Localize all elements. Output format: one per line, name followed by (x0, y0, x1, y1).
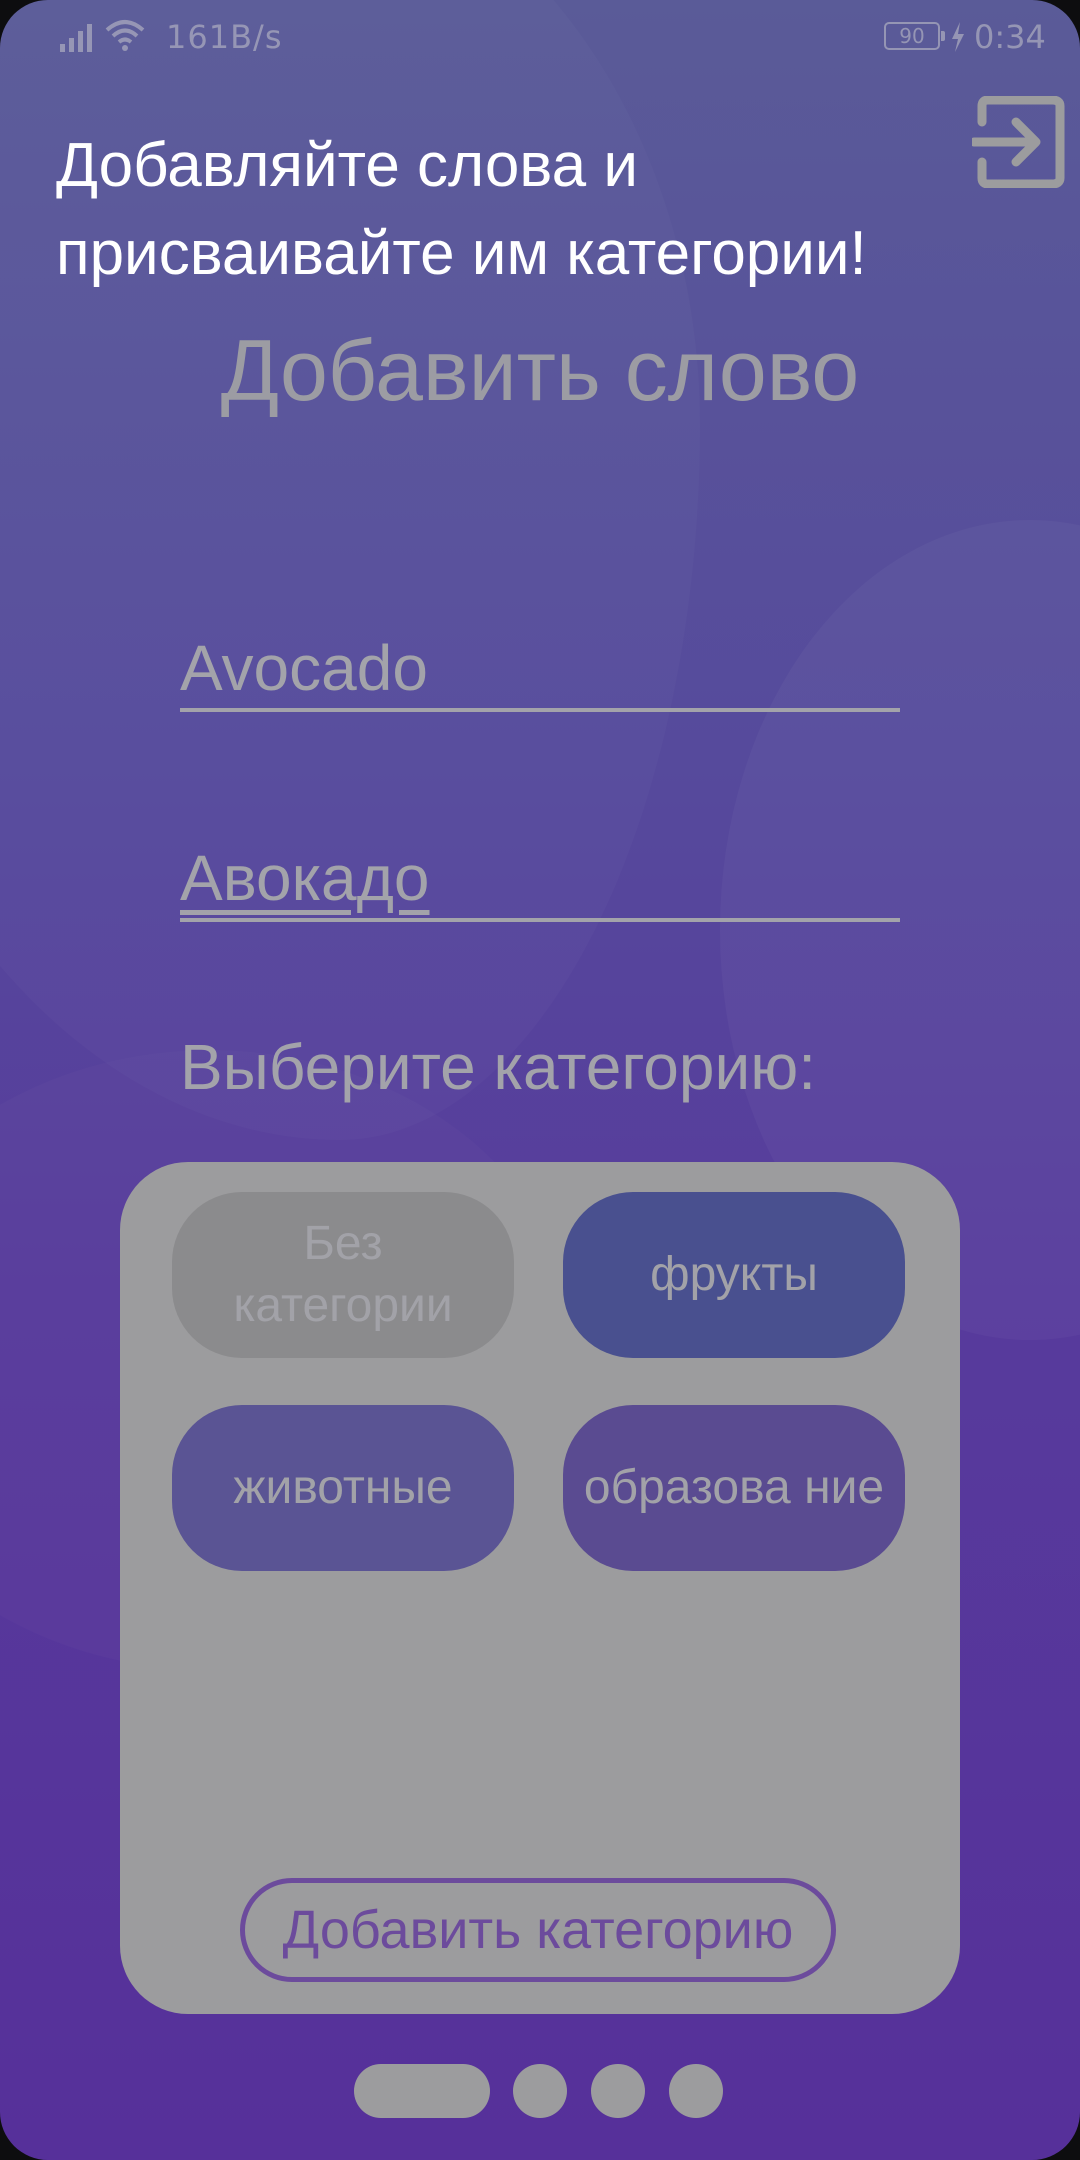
battery-level: 90 (899, 24, 925, 48)
app-screen: 161B/s 90 0:34 Добавляйте слова и присва… (0, 0, 1080, 2160)
wifi-icon (105, 20, 145, 51)
category-chip-animals[interactable]: животные (172, 1405, 514, 1571)
add-category-button[interactable]: Добавить категорию (240, 1878, 836, 1982)
page-indicator (0, 2064, 1080, 2120)
page-dot[interactable] (591, 2064, 645, 2118)
category-panel: Без категории фрукты животные образова н… (120, 1162, 960, 2014)
category-chip-education[interactable]: образова ние (563, 1405, 905, 1571)
word-input[interactable] (180, 628, 900, 712)
translation-input[interactable] (180, 838, 900, 922)
battery-icon: 90 (884, 22, 945, 50)
category-chip-no-category[interactable]: Без категории (172, 1192, 514, 1358)
status-bar: 161B/s 90 0:34 (0, 0, 1080, 76)
page-dot[interactable] (669, 2064, 723, 2118)
add-word-title: Добавить слово (220, 323, 860, 419)
page-dot[interactable] (513, 2064, 567, 2118)
page-dot-active[interactable] (354, 2064, 490, 2118)
network-speed: 161B/s (166, 18, 283, 56)
choose-category-label: Выберите категорию: (180, 1031, 816, 1103)
charging-icon (952, 22, 964, 52)
status-time: 0:34 (974, 18, 1046, 56)
category-chip-fruits[interactable]: фрукты (563, 1192, 905, 1358)
signal-icon (60, 24, 92, 52)
page-title: Добавляйте слова и присваивайте им катег… (56, 131, 867, 288)
